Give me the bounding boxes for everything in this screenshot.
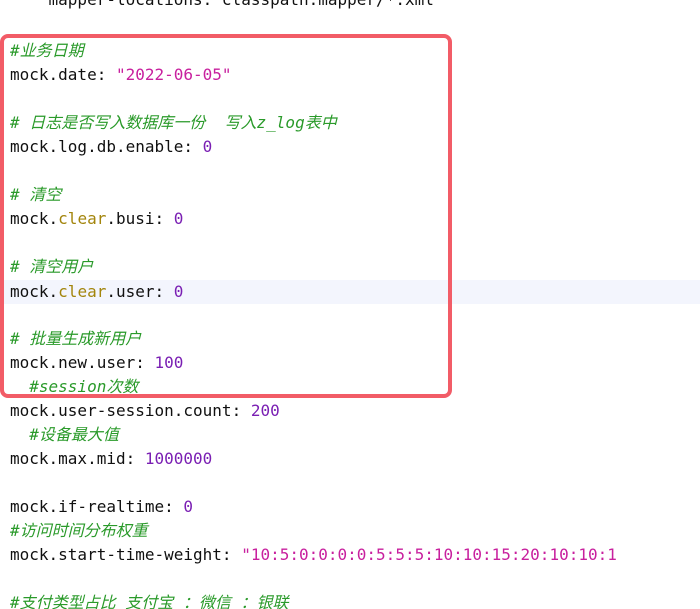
code-line: #业务日期 [0, 39, 700, 63]
comment: # 日志是否写入数据库一份 写入z_log表中 [10, 113, 337, 132]
separator: : [221, 545, 242, 564]
yaml-key: .user [106, 282, 155, 301]
yaml-number-value: 0 [202, 137, 213, 156]
comment: # 清空 [10, 185, 62, 204]
current-code-line[interactable]: mock.clear.user: 0 [0, 280, 700, 304]
code-line: # 批量生成新用户 [0, 327, 700, 351]
yaml-number-value: 0 [173, 282, 184, 301]
code-line: mock.date: "2022-06-05" [0, 63, 700, 87]
separator: : [135, 353, 155, 372]
yaml-number-value: 0 [173, 209, 184, 228]
code-line: mock.max.mid: 1000000 [0, 447, 700, 471]
separator: : [154, 209, 174, 228]
yaml-key: mapper-locations [49, 0, 203, 9]
separator: : [125, 449, 145, 468]
separator: : [154, 282, 174, 301]
yaml-key: mock.max.mid [10, 449, 126, 468]
code-line: # 清空用户 [0, 255, 700, 279]
separator: : [183, 137, 203, 156]
yaml-number-value: 1000000 [144, 449, 213, 468]
comment: # 清空用户 [10, 257, 94, 276]
code-line: mock.user-session.count: 200 [0, 399, 700, 423]
code-line: mock.clear.busi: 0 [0, 207, 700, 231]
separator: : [164, 497, 184, 516]
yaml-key: .busi [106, 209, 155, 228]
yaml-key: mock.user-session.count [10, 401, 232, 420]
separator: : [96, 65, 116, 84]
yaml-key: mock.if-realtime [10, 497, 165, 516]
yaml-key: mock.new.user [10, 353, 136, 372]
yaml-number-value: 200 [250, 401, 280, 420]
yaml-value: classpath:mapper/*.xml [222, 0, 434, 9]
code-line: mapper-locations: classpath:mapper/*.xml [0, 0, 700, 12]
separator: : [231, 401, 251, 420]
yaml-string-value: "10:5:0:0:0:0:5:5:5:10:10:15:20:10:10:1 [241, 545, 617, 564]
code-line: mock.new.user: 100 [0, 351, 700, 375]
separator: : [203, 0, 222, 9]
code-line: #访问时间分布权重 [0, 519, 700, 543]
code-line: mock.if-realtime: 0 [0, 495, 700, 519]
code-line: # 清空 [0, 183, 700, 207]
code-editor[interactable]: mapper-locations: classpath:mapper/*.xml… [0, 0, 700, 609]
yaml-key: mock. [10, 209, 59, 228]
comment: #业务日期 [10, 41, 84, 60]
yaml-key: mock.start-time-weight [10, 545, 222, 564]
code-line: # 日志是否写入数据库一份 写入z_log表中 [0, 111, 700, 135]
code-line: #支付类型占比 支付宝 ：微信 ：银联 [0, 591, 700, 609]
yaml-number-value: 0 [183, 497, 194, 516]
yaml-key-keyword: clear [58, 209, 107, 228]
yaml-key: mock.log.db.enable [10, 137, 184, 156]
code-line: mock.log.db.enable: 0 [0, 135, 700, 159]
comment: #访问时间分布权重 [10, 521, 148, 540]
comment: #设备最大值 [29, 425, 119, 444]
yaml-key: mock.date [10, 65, 97, 84]
yaml-key-keyword: clear [58, 282, 107, 301]
code-line: #session次数 [0, 375, 700, 399]
yaml-number-value: 100 [154, 353, 184, 372]
code-line: #设备最大值 [0, 423, 700, 447]
code-line: mock.start-time-weight: "10:5:0:0:0:0:5:… [0, 543, 700, 567]
yaml-key: mock. [10, 282, 59, 301]
comment: # 批量生成新用户 [10, 329, 142, 348]
comment: #支付类型占比 支付宝 ：微信 ：银联 [10, 593, 289, 609]
comment: #session次数 [29, 377, 139, 396]
yaml-string-value: "2022-06-05" [115, 65, 232, 84]
